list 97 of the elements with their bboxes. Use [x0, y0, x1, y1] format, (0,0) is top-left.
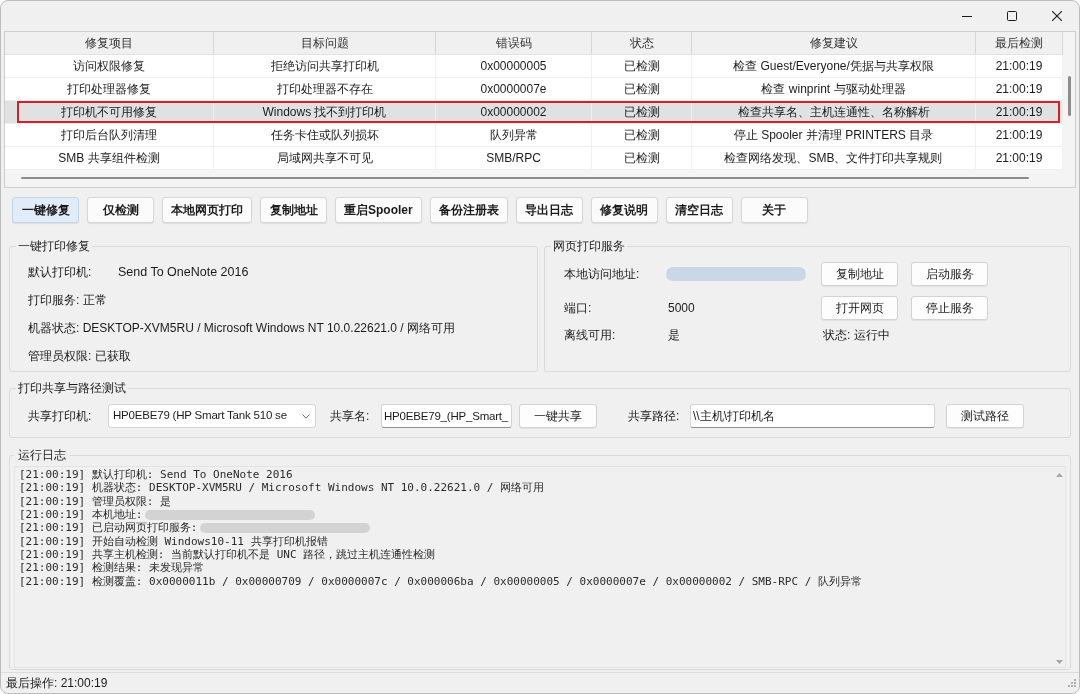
table-cell: 已检测: [592, 55, 692, 77]
field-value: 5000: [668, 300, 695, 317]
action-button[interactable]: 复制地址: [821, 262, 898, 286]
field-label: 共享路径:: [628, 408, 681, 425]
toolbar-button[interactable]: 重启Spooler: [335, 197, 422, 223]
log-line: [21:00:19] 机器状态: DESKTOP-XVM5RU / Microsoft Windows NT 10.0.22621.0 / 网络可用: [19, 481, 545, 495]
action-button[interactable]: 测试路径: [946, 404, 1024, 428]
table-cell: 21:00:19: [976, 78, 1063, 100]
action-button[interactable]: 打开网页: [821, 296, 898, 320]
field-value: 是: [668, 327, 680, 344]
table-cell: 检查共享名、主机连通性、名称解析: [692, 101, 976, 123]
action-button[interactable]: 停止服务: [911, 296, 988, 320]
table-row[interactable]: 打印机不可用修复 Windows 找不到打印机 0x00000002 已检测 检查共享名、主机连通性、名称解析 21:00:19: [5, 101, 1063, 124]
log-line: [21:00:19] 共享主机检测: 当前默认打印机不是 UNC 路径，跳过主机连通性检测: [19, 547, 436, 561]
log-line: [21:00:19] 默认打印机: Send To OneNote 2016: [19, 468, 293, 482]
table-row[interactable]: 访问权限修复 拒绝访问共享打印机 0x00000005 已检测 检查 Guest/Everyone/凭据与共享权限 21:00:19: [5, 55, 1063, 78]
log-line: [21:00:19] 检测结果: 未发现异常: [19, 561, 205, 575]
maximize-icon: [1006, 11, 1017, 21]
toolbar-button[interactable]: 复制地址: [260, 197, 327, 223]
column-header[interactable]: 错误码: [436, 32, 592, 54]
column-header[interactable]: 目标问题: [214, 32, 436, 54]
toolbar-button[interactable]: 清空日志: [665, 197, 733, 223]
log-line: [21:00:19] 检测覆盖: 0x0000011b / 0x00000709 / 0x0000007c / 0x000006ba / 0x00000005 / 0x0000007e / 0x00000002 / SMB-RPC / 队列异常: [19, 574, 862, 588]
close-icon: [1051, 11, 1062, 21]
status-text: 管理员权限: 已获取: [28, 348, 131, 365]
table-cell: 检查 Guest/Everyone/凭据与共享权限: [692, 55, 976, 77]
table-row[interactable]: 打印后台队列清理 任务卡住或队列损坏 队列异常 已检测 停止 Spooler 并清理 PRINTERS 目录 21:00:19: [5, 124, 1063, 147]
table-cell: 任务卡住或队列损坏: [214, 124, 436, 146]
group-title: 网页打印服务: [552, 238, 626, 254]
table-cell: 21:00:19: [976, 55, 1063, 77]
table-cell: 打印处理器不存在: [214, 78, 436, 100]
table-cell: 打印处理器修复: [5, 78, 214, 100]
field-label: 共享打印机:: [28, 408, 93, 425]
table-row[interactable]: SMB 共享组件检测 局域网共享不可见 SMB/RPC 已检测 检查网络发现、SMB、文件打印共享规则 21:00:19: [5, 147, 1063, 170]
toolbar-button[interactable]: 导出日志: [515, 197, 583, 223]
share-name-field[interactable]: HP0EBE79_(HP_Smart_: [381, 404, 512, 428]
group-title: 运行日志: [17, 447, 67, 463]
table-cell: 访问权限修复: [5, 55, 214, 77]
status-text: 机器状态: DESKTOP-XVM5RU / Microsoft Windows NT 10.0.22621.0 / 网络可用: [28, 320, 455, 337]
status-text: 状态: 运行中: [823, 327, 890, 344]
table-cell: 21:00:19: [976, 101, 1063, 123]
log-line: [21:00:19] 本机地址:: [19, 508, 143, 522]
table-cell: SMB 共享组件检测: [5, 147, 214, 169]
table-cell: 21:00:19: [976, 147, 1063, 169]
table-cell: 0x00000005: [436, 55, 592, 77]
scrollbar-thumb[interactable]: [1068, 76, 1071, 116]
table-cell: 停止 Spooler 并清理 PRINTERS 目录: [692, 124, 976, 146]
column-header[interactable]: 最后检测: [976, 32, 1063, 54]
share-path-field[interactable]: \\主机\打印机名: [690, 404, 935, 428]
column-header[interactable]: 修复项目: [5, 32, 214, 54]
toolbar-button[interactable]: 仅检测: [87, 197, 154, 223]
scroll-up-icon[interactable]: [1055, 473, 1063, 477]
table-cell: 0x00000002: [436, 101, 592, 123]
table-cell: 检查 winprint 与驱动处理器: [692, 78, 976, 100]
table-cell: 打印后台队列清理: [5, 124, 214, 146]
table-cell: 检查网络发现、SMB、文件打印共享规则: [692, 147, 976, 169]
table-cell: 打印机不可用修复: [5, 101, 214, 123]
group-title: 一键打印修复: [17, 238, 91, 254]
field-label: 共享名:: [330, 408, 371, 425]
log-line: [21:00:19] 开始自动检测 Windows10-11 共享打印机报错: [19, 534, 328, 548]
toolbar-button[interactable]: 备份注册表: [429, 197, 508, 223]
field-label: 端口:: [564, 300, 593, 317]
table-cell: 已检测: [592, 101, 692, 123]
status-text: 最后操作: 21:00:19: [6, 675, 108, 692]
field-value: Send To OneNote 2016: [118, 263, 249, 281]
table-cell: 局域网共享不可见: [214, 147, 436, 169]
minimize-icon: [961, 15, 972, 17]
action-button[interactable]: 一键共享: [519, 404, 597, 428]
table-cell: 队列异常: [436, 124, 592, 146]
scrollbar-thumb[interactable]: [21, 177, 1029, 179]
table-cell: SMB/RPC: [436, 147, 592, 169]
column-header[interactable]: 修复建议: [692, 32, 976, 54]
table-cell: 已检测: [592, 78, 692, 100]
printer-dropdown[interactable]: HP0EBE79 (HP Smart Tank 510 se: [108, 404, 316, 428]
scroll-down-icon[interactable]: [1055, 660, 1063, 664]
resize-grip-icon[interactable]: [1068, 679, 1076, 687]
group-title: 打印共享与路径测试: [17, 380, 127, 396]
table-cell: 拒绝访问共享打印机: [214, 55, 436, 77]
table-cell: Windows 找不到打印机: [214, 101, 436, 123]
log-line: [21:00:19] 管理员权限: 是: [19, 494, 172, 508]
table-cell: 0x0000007e: [436, 78, 592, 100]
toolbar-button[interactable]: 本地网页打印: [162, 197, 252, 223]
field-label: 本地访问地址:: [564, 266, 641, 283]
table-cell: 已检测: [592, 147, 692, 169]
table-cell: 21:00:19: [976, 124, 1063, 146]
field-label: 默认打印机:: [28, 264, 93, 281]
log-line: [21:00:19] 已启动网页打印服务:: [19, 521, 198, 535]
toolbar-button[interactable]: 一键修复: [12, 197, 79, 223]
toolbar-button[interactable]: 关于: [740, 197, 808, 223]
table-cell: 已检测: [592, 124, 692, 146]
status-text: 打印服务: 正常: [28, 292, 107, 309]
field-label: 离线可用:: [564, 327, 617, 344]
chevron-down-icon: [302, 413, 310, 419]
table-row[interactable]: 打印处理器修复 打印处理器不存在 0x0000007e 已检测 检查 winprint 与驱动处理器 21:00:19: [5, 78, 1063, 101]
action-button[interactable]: 启动服务: [911, 262, 988, 286]
toolbar-button[interactable]: 修复说明: [590, 197, 658, 223]
column-header[interactable]: 状态: [592, 32, 692, 54]
